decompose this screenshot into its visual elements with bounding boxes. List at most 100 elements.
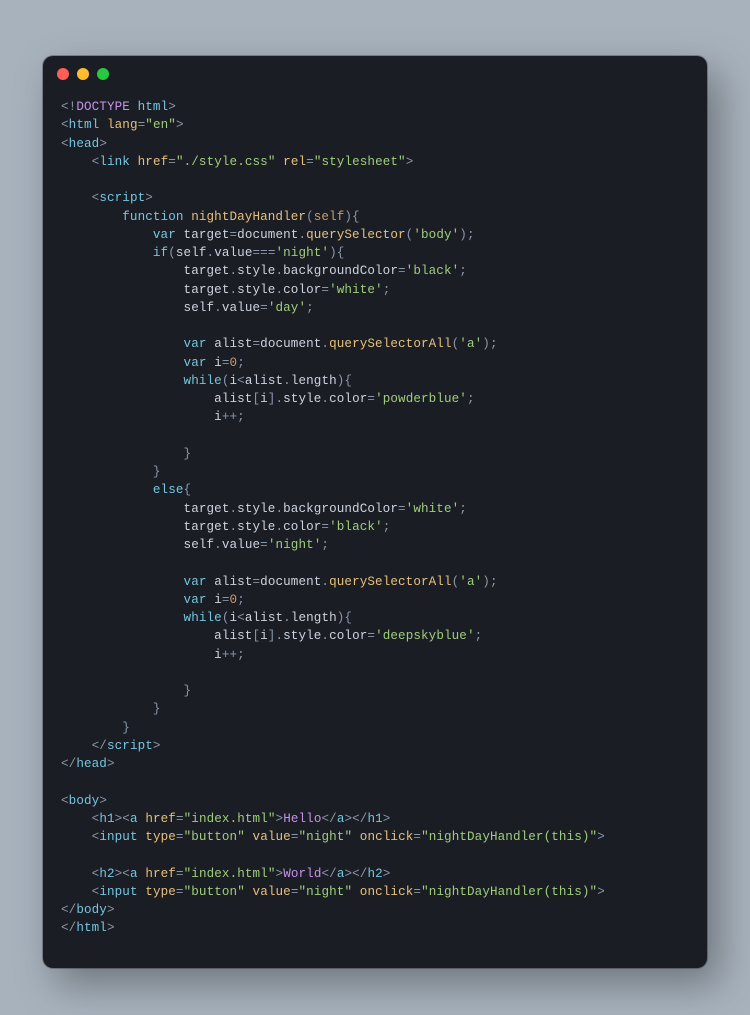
- attr-type-2: type: [145, 885, 176, 899]
- tag-body-close: body: [76, 903, 107, 917]
- tag-html-open: html: [69, 118, 100, 132]
- str-black-1: 'black': [406, 264, 460, 278]
- tag-input-2: input: [99, 885, 137, 899]
- tag-a-1: a: [130, 812, 138, 826]
- tag-h2-close: h2: [367, 867, 382, 881]
- id-target-1: target: [184, 228, 230, 242]
- prop-bgcolor-1: backgroundColor: [283, 264, 398, 278]
- prop-length-2: length: [291, 611, 337, 625]
- attr-href-1: href: [138, 155, 169, 169]
- id-document-3: document: [260, 575, 321, 589]
- id-alist-1: alist: [214, 337, 252, 351]
- close-icon[interactable]: [57, 68, 69, 80]
- val-stylecss: "./style.css": [176, 155, 276, 169]
- zoom-icon[interactable]: [97, 68, 109, 80]
- id-i-7: i: [260, 629, 268, 643]
- kw-function: function: [122, 210, 183, 224]
- param-self: self: [314, 210, 345, 224]
- kw-while-2: while: [184, 611, 222, 625]
- kw-var-5: var: [184, 593, 207, 607]
- id-document-2: document: [260, 337, 321, 351]
- tag-body-open: body: [69, 794, 100, 808]
- val-night-1: "night": [299, 830, 353, 844]
- fn-queryselectorall-2: querySelectorAll: [329, 575, 452, 589]
- kw-var-1: var: [153, 228, 176, 242]
- prop-style-5: style: [237, 520, 275, 534]
- tag-h1-close: h1: [367, 812, 382, 826]
- code-editor-content: <!DOCTYPE html> <html lang="en"> <head> …: [43, 92, 707, 948]
- str-deepskyblue: 'deepskyblue': [375, 629, 475, 643]
- attr-lang: lang: [107, 118, 138, 132]
- prop-color-3: color: [283, 520, 321, 534]
- id-alist-2: alist: [245, 374, 283, 388]
- prop-color-2: color: [329, 392, 367, 406]
- tag-a-2: a: [130, 867, 138, 881]
- op-eqeqeq: ===: [253, 246, 276, 260]
- id-self-2: self: [184, 301, 215, 315]
- val-onclick-2: "nightDayHandler(this)": [421, 885, 597, 899]
- txt-hello: Hello: [283, 812, 321, 826]
- kw-var-4: var: [184, 575, 207, 589]
- tag-head-open: head: [69, 137, 100, 151]
- id-document-1: document: [237, 228, 298, 242]
- val-indexhtml-1: "index.html": [184, 812, 276, 826]
- tag-h2-open: h2: [99, 867, 114, 881]
- tag-html-close: html: [76, 921, 107, 935]
- prop-style-4: style: [237, 502, 275, 516]
- id-target-2: target: [184, 264, 230, 278]
- txt-world: World: [283, 867, 321, 881]
- tag-head-close: head: [76, 757, 107, 771]
- doctype-html: html: [138, 100, 169, 114]
- str-body: 'body': [413, 228, 459, 242]
- str-white-1: 'white': [329, 283, 383, 297]
- id-alist-4: alist: [214, 575, 252, 589]
- attr-href-2: href: [145, 812, 176, 826]
- code-window: <!DOCTYPE html> <html lang="en"> <head> …: [43, 56, 707, 968]
- prop-color-4: color: [329, 629, 367, 643]
- attr-href-3: href: [145, 867, 176, 881]
- id-i-4: i: [214, 410, 222, 424]
- id-self-3: self: [184, 538, 215, 552]
- prop-color-1: color: [283, 283, 321, 297]
- id-i-1: i: [214, 356, 222, 370]
- str-night-2: 'night': [268, 538, 322, 552]
- fn-nightdayhandler: nightDayHandler: [191, 210, 306, 224]
- attr-type-1: type: [145, 830, 176, 844]
- val-onclick-1: "nightDayHandler(this)": [421, 830, 597, 844]
- id-target-4: target: [184, 502, 230, 516]
- attr-rel: rel: [283, 155, 306, 169]
- doctype-keyword: DOCTYPE: [76, 100, 130, 114]
- str-black-2: 'black': [329, 520, 383, 534]
- prop-value-2: value: [222, 301, 260, 315]
- id-target-5: target: [184, 520, 230, 534]
- minimize-icon[interactable]: [77, 68, 89, 80]
- kw-var-3: var: [184, 356, 207, 370]
- tag-script-close: script: [107, 739, 153, 753]
- id-alist-5: alist: [245, 611, 283, 625]
- kw-else: else: [153, 483, 184, 497]
- op-pp-1: ++: [222, 410, 237, 424]
- attr-value-1: value: [253, 830, 291, 844]
- val-stylesheet: "stylesheet": [314, 155, 406, 169]
- str-white-2: 'white': [406, 502, 460, 516]
- val-indexhtml-2: "index.html": [184, 867, 276, 881]
- tag-h1-open: h1: [99, 812, 114, 826]
- str-a-2: 'a': [459, 575, 482, 589]
- titlebar: [43, 56, 707, 92]
- id-alist-6: alist: [214, 629, 252, 643]
- tag-input-1: input: [99, 830, 137, 844]
- prop-style-2: style: [237, 283, 275, 297]
- val-button-2: "button": [184, 885, 245, 899]
- val-night-2: "night": [299, 885, 353, 899]
- id-self-1: self: [176, 246, 207, 260]
- prop-value-3: value: [222, 538, 260, 552]
- attr-onclick-2: onclick: [360, 885, 414, 899]
- attr-onclick-1: onclick: [360, 830, 414, 844]
- kw-var-2: var: [184, 337, 207, 351]
- attr-value-2: value: [253, 885, 291, 899]
- id-i-8: i: [214, 648, 222, 662]
- prop-style-3: style: [283, 392, 321, 406]
- tag-script-open: script: [99, 191, 145, 205]
- id-alist-3: alist: [214, 392, 252, 406]
- prop-style-1: style: [237, 264, 275, 278]
